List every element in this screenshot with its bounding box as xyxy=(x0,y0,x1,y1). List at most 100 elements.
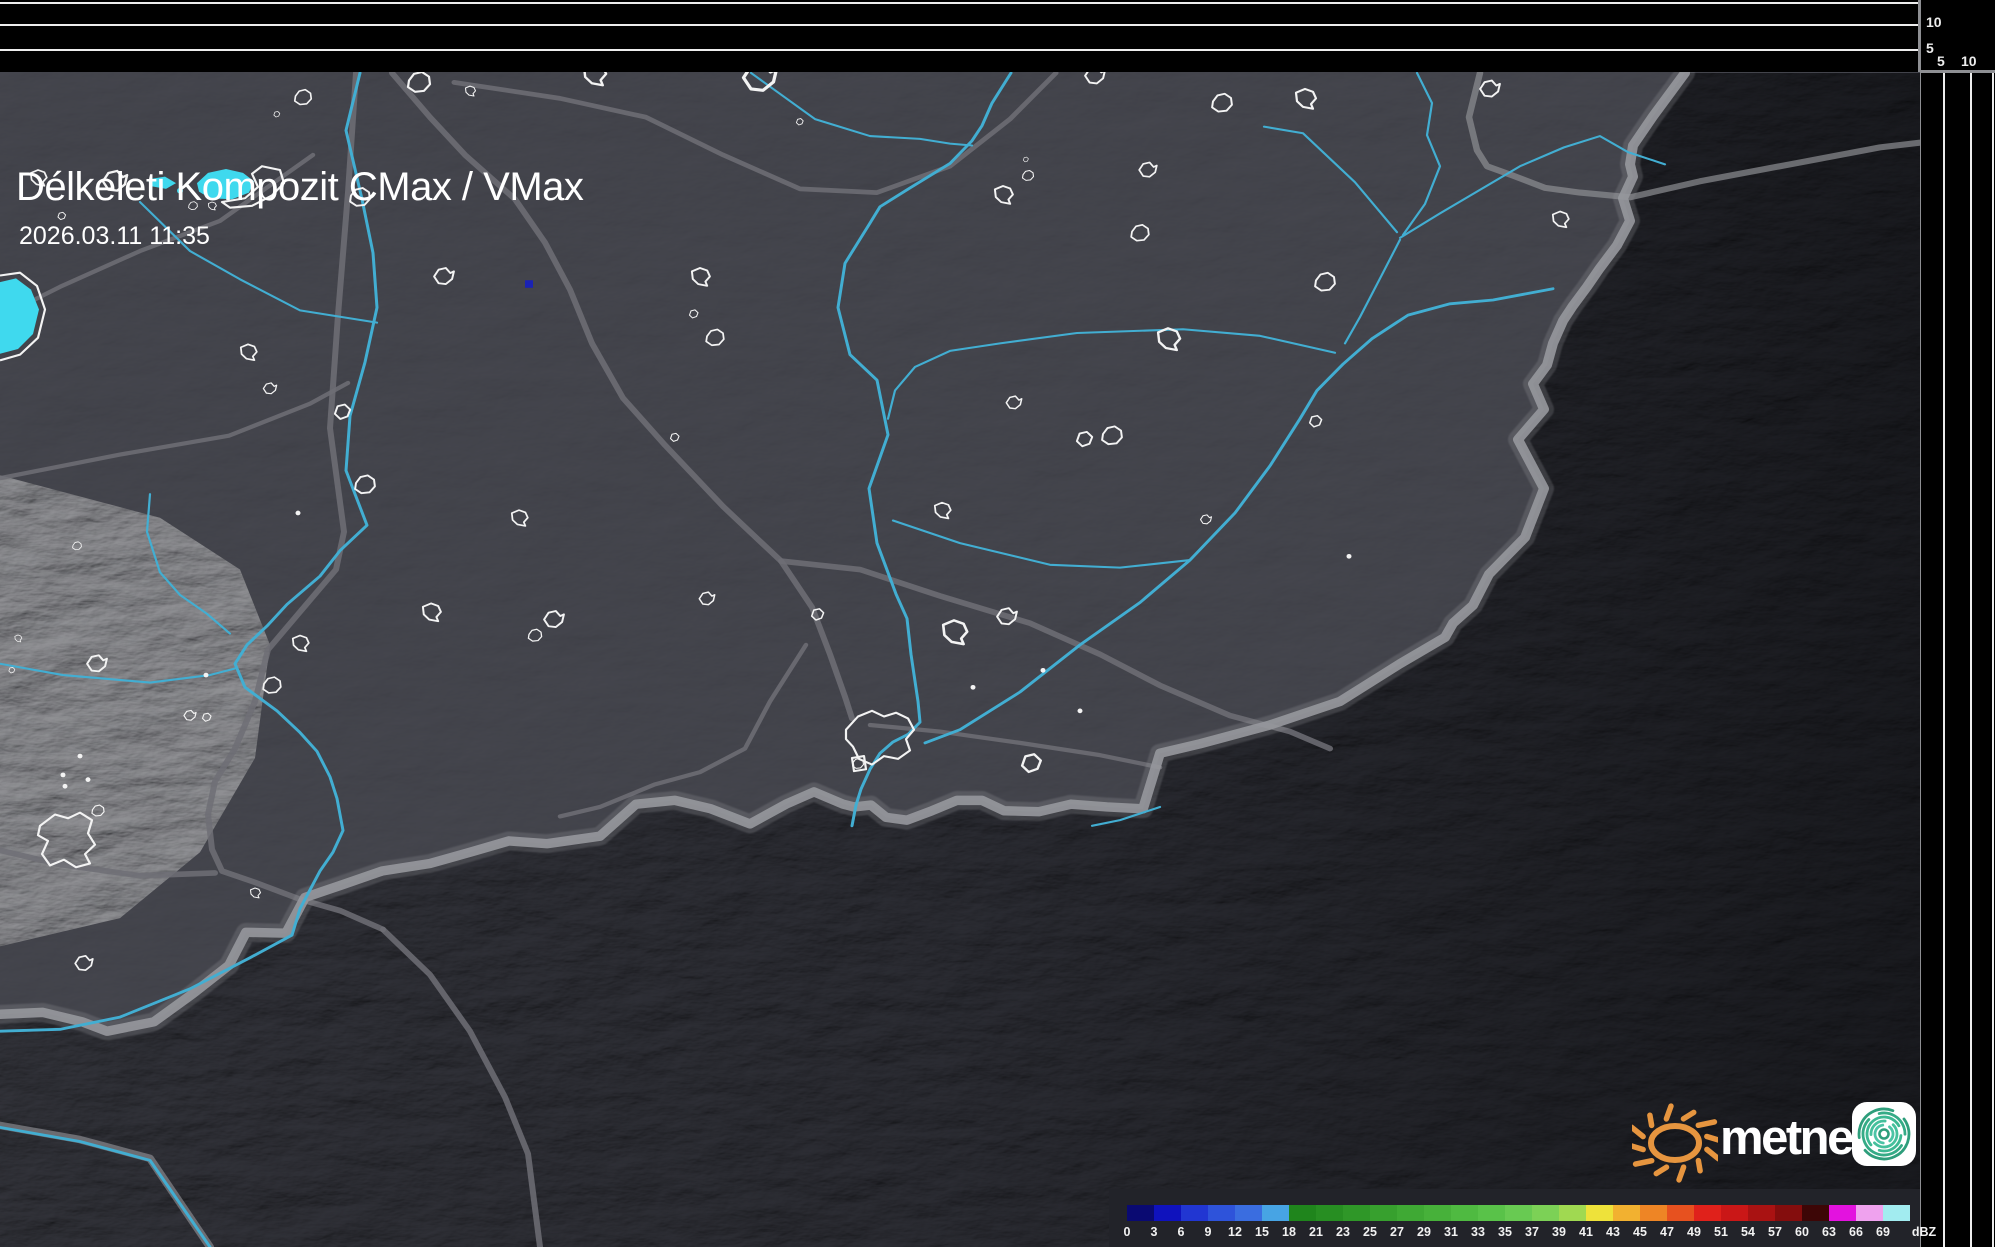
dbz-segment-49 xyxy=(1694,1205,1721,1221)
sun-ray xyxy=(1650,1115,1652,1125)
dbz-segment-15 xyxy=(1262,1205,1289,1221)
dbz-segment-6 xyxy=(1181,1205,1208,1221)
dbz-tick-39: 39 xyxy=(1552,1225,1566,1239)
dbz-tick-3: 3 xyxy=(1151,1225,1158,1239)
dbz-unit-label: dBZ xyxy=(1912,1225,1936,1239)
dbz-segment-39 xyxy=(1559,1205,1586,1221)
right-height-profile-panel xyxy=(1920,0,1995,1247)
dbz-tick-9: 9 xyxy=(1205,1225,1212,1239)
settlement-dot xyxy=(63,784,68,789)
dbz-segment-31 xyxy=(1451,1205,1478,1221)
settlement-dot xyxy=(1041,668,1046,673)
settlement-dot xyxy=(86,777,91,782)
dbz-tick-63: 63 xyxy=(1822,1225,1836,1239)
dbz-tick-23: 23 xyxy=(1336,1225,1350,1239)
top-height-profile-panel xyxy=(0,0,1920,72)
sun-ray xyxy=(1698,1161,1700,1171)
scale-label-right-5: 5 xyxy=(1937,54,1945,68)
dbz-segment-27 xyxy=(1397,1205,1424,1221)
dbz-tick-0: 0 xyxy=(1124,1225,1131,1239)
dbz-segment-43 xyxy=(1613,1205,1640,1221)
sun-ray xyxy=(1683,1112,1693,1118)
dbz-segment-9 xyxy=(1208,1205,1235,1221)
radar-composite-screen: 10 5 5 10 xyxy=(0,0,1995,1247)
map-canvas xyxy=(0,72,1920,1247)
dbz-tick-12: 12 xyxy=(1228,1225,1242,1239)
sun-ray xyxy=(1666,1106,1671,1119)
sun-ray xyxy=(1656,1167,1666,1173)
height-gridline-top-edge xyxy=(0,2,1920,4)
terrain xyxy=(0,72,1920,1247)
dbz-tick-54: 54 xyxy=(1741,1225,1755,1239)
spiral-ring xyxy=(1855,1105,1912,1162)
dbz-segment-21 xyxy=(1316,1205,1343,1221)
dbz-segment-60 xyxy=(1802,1205,1829,1221)
map-title: Délkeleti Kompozit CMax / VMax xyxy=(16,166,583,208)
dbz-tick-21: 21 xyxy=(1309,1225,1323,1239)
dbz-segment-35 xyxy=(1505,1205,1532,1221)
dbz-tick-15: 15 xyxy=(1255,1225,1269,1239)
dbz-tick-66: 66 xyxy=(1849,1225,1863,1239)
dbz-segment-69 xyxy=(1883,1205,1910,1221)
radar-echo xyxy=(525,280,533,288)
dbz-tick-27: 27 xyxy=(1390,1225,1404,1239)
dbz-color-segments xyxy=(1127,1205,1910,1221)
dbz-segment-66 xyxy=(1856,1205,1883,1221)
spiral-ring xyxy=(1872,1122,1895,1145)
dbz-tick-47: 47 xyxy=(1660,1225,1674,1239)
dbz-segment-12 xyxy=(1235,1205,1262,1221)
metnet-wordmark: metnet xyxy=(1720,1108,1866,1168)
scale-label-top-10: 10 xyxy=(1926,15,1942,29)
dbz-colorbar: 0369121518212325272931333537394143454749… xyxy=(1109,1189,1920,1247)
dbz-tick-29: 29 xyxy=(1417,1225,1431,1239)
dbz-segment-54 xyxy=(1748,1205,1775,1221)
settlement-dot xyxy=(204,673,209,678)
metnet-app-icon xyxy=(1852,1102,1916,1166)
dbz-tick-69: 69 xyxy=(1876,1225,1890,1239)
dbz-segment-3 xyxy=(1154,1205,1181,1221)
scale-label-top-5: 5 xyxy=(1926,41,1934,55)
dbz-segment-57 xyxy=(1775,1205,1802,1221)
settlement-dot xyxy=(296,511,301,516)
sun-ray xyxy=(1707,1149,1718,1158)
dbz-tick-33: 33 xyxy=(1471,1225,1485,1239)
height-gridline-edge-vertical xyxy=(1992,72,1994,1247)
settlement-dot xyxy=(61,773,66,778)
dbz-tick-45: 45 xyxy=(1633,1225,1647,1239)
dbz-tick-57: 57 xyxy=(1768,1225,1782,1239)
metnet-logo: metnet xyxy=(1632,1096,1920,1188)
dbz-tick-25: 25 xyxy=(1363,1225,1377,1239)
dbz-segment-33 xyxy=(1478,1205,1505,1221)
sun-ray xyxy=(1707,1136,1718,1140)
dbz-segment-47 xyxy=(1667,1205,1694,1221)
corner-frame-line xyxy=(1921,70,1995,73)
dbz-tick-43: 43 xyxy=(1606,1225,1620,1239)
height-gridline-10km-vertical xyxy=(1970,72,1972,1247)
sun-ray xyxy=(1632,1146,1643,1150)
dbz-segment-29 xyxy=(1424,1205,1451,1221)
spiral-icon xyxy=(1852,1102,1916,1166)
radar-map: Délkeleti Kompozit CMax / VMax 2026.03.1… xyxy=(0,72,1920,1247)
settlement-dot xyxy=(971,685,976,690)
dbz-tick-51: 51 xyxy=(1714,1225,1728,1239)
sun-ray xyxy=(1698,1122,1714,1125)
dbz-segment-51 xyxy=(1721,1205,1748,1221)
dbz-tick-6: 6 xyxy=(1178,1225,1185,1239)
dbz-segment-0 xyxy=(1127,1205,1154,1221)
dbz-segment-23 xyxy=(1343,1205,1370,1221)
height-gridline-10km xyxy=(0,24,1920,26)
spiral-center xyxy=(1880,1130,1889,1139)
height-gridline-5km-vertical xyxy=(1943,72,1945,1247)
settlement-dot xyxy=(1078,708,1083,713)
settlement-dot xyxy=(78,754,83,759)
dbz-segment-41 xyxy=(1586,1205,1613,1221)
dbz-segment-45 xyxy=(1640,1205,1667,1221)
sun-icon xyxy=(1632,1096,1718,1188)
scale-label-right-10: 10 xyxy=(1961,54,1977,68)
dbz-segment-63 xyxy=(1829,1205,1856,1221)
dbz-segment-25 xyxy=(1370,1205,1397,1221)
dbz-tick-37: 37 xyxy=(1525,1225,1539,1239)
settlement-dot xyxy=(1347,554,1352,559)
dbz-tick-60: 60 xyxy=(1795,1225,1809,1239)
sun-ray xyxy=(1632,1127,1643,1136)
